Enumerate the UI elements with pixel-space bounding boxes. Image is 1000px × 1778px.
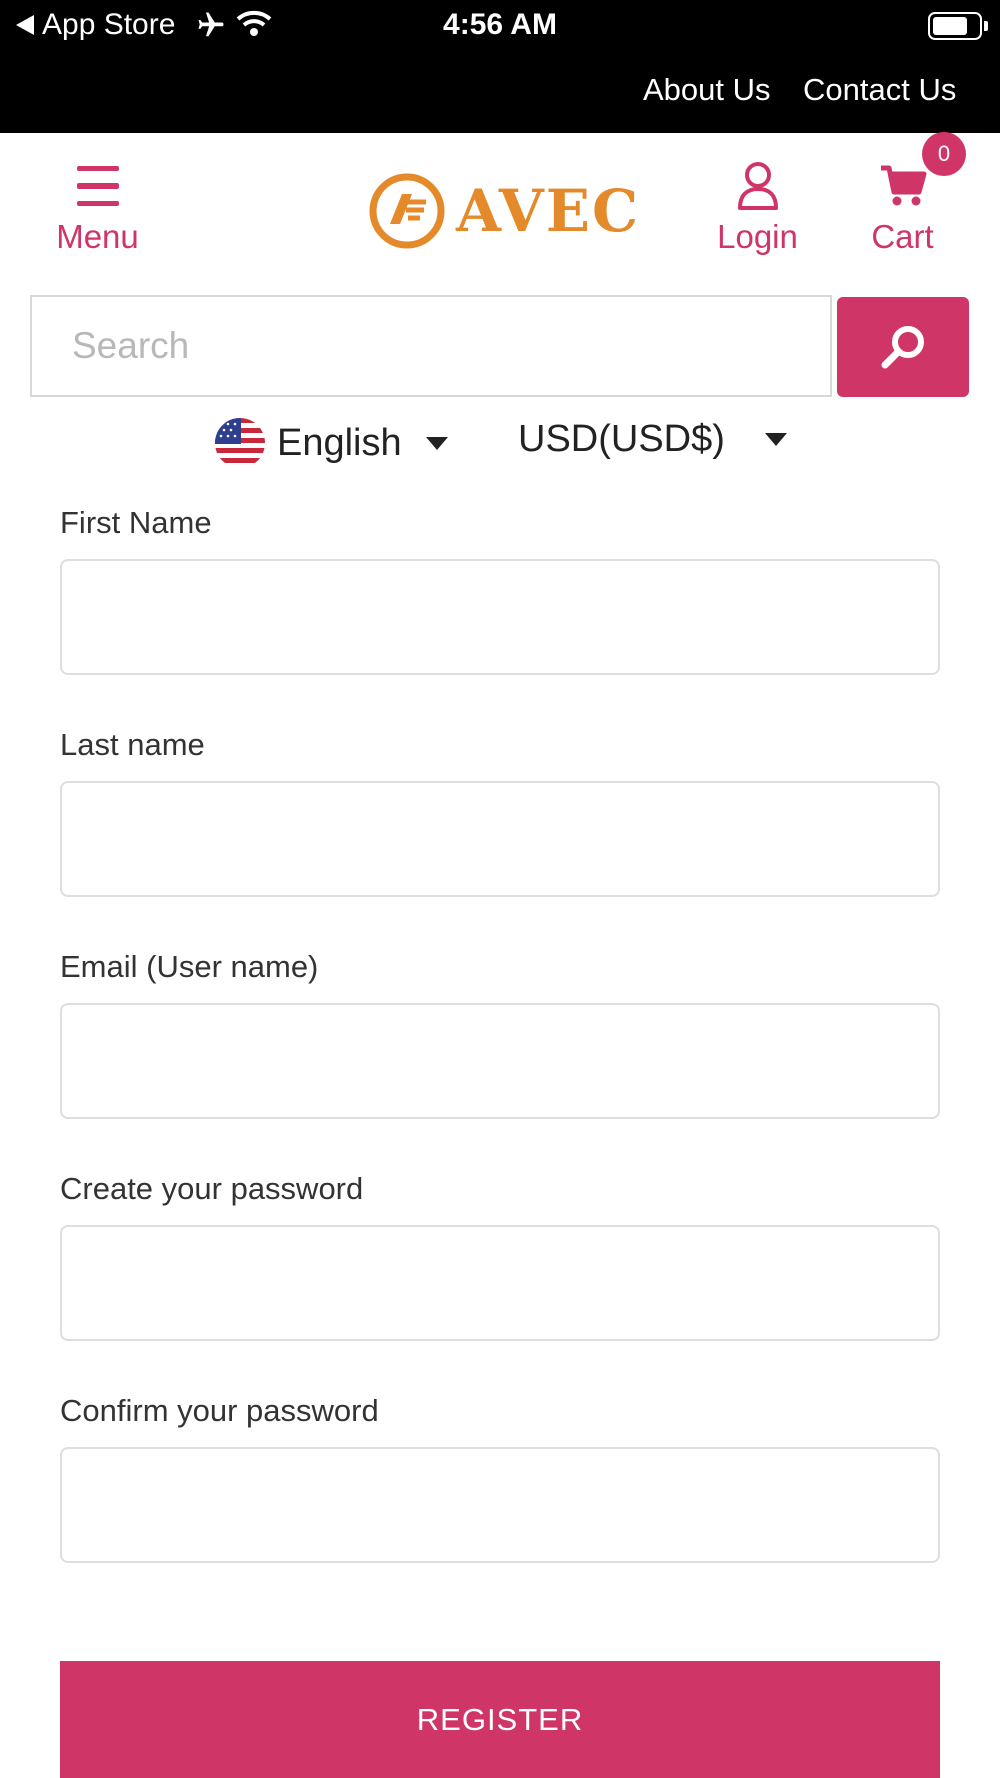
about-us-link[interactable]: About Us — [643, 72, 771, 108]
search-input[interactable] — [32, 297, 830, 395]
first-name-field-box — [60, 559, 940, 675]
cart-label: Cart — [871, 218, 934, 255]
top-bar: App Store 4:56 AM About Us Contact Us — [0, 0, 1000, 133]
cart-count-badge: 0 — [922, 132, 966, 176]
search-button[interactable] — [837, 297, 969, 397]
confirm-password-label: Confirm your password — [60, 1393, 379, 1428]
email-input[interactable] — [62, 1005, 938, 1117]
search-box — [30, 295, 832, 397]
login-label: Login — [717, 218, 798, 255]
search-icon — [881, 326, 924, 369]
menu-label: Menu — [56, 218, 139, 255]
currency-selector[interactable]: USD(USD$) — [518, 418, 787, 461]
logo-emblem-icon — [369, 173, 445, 249]
user-icon — [705, 160, 810, 212]
login-button[interactable]: Login — [705, 160, 810, 256]
cart-button[interactable]: Cart — [860, 160, 945, 256]
battery-icon — [928, 12, 988, 40]
first-name-label: First Name — [60, 505, 212, 540]
hamburger-icon — [40, 160, 155, 212]
logo-text: AVEC — [456, 177, 641, 245]
us-flag-icon — [215, 418, 265, 468]
currency-label: USD(USD$) — [518, 418, 725, 460]
confirm-password-field-box — [60, 1447, 940, 1563]
brand-logo[interactable]: AVEC — [368, 172, 640, 250]
create-password-field-box — [60, 1225, 940, 1341]
last-name-field-box — [60, 781, 940, 897]
email-field-box — [60, 1003, 940, 1119]
contact-us-link[interactable]: Contact Us — [803, 72, 956, 108]
create-password-input[interactable] — [62, 1227, 938, 1339]
last-name-input[interactable] — [62, 783, 938, 895]
menu-button[interactable]: Menu — [40, 160, 155, 256]
status-time: 4:56 AM — [443, 8, 557, 41]
register-button[interactable]: REGISTER — [60, 1661, 940, 1778]
caret-down-icon — [764, 433, 787, 446]
language-selector[interactable]: English — [215, 418, 448, 468]
confirm-password-input[interactable] — [62, 1449, 938, 1561]
caret-down-icon — [425, 436, 448, 450]
language-label: English — [277, 421, 402, 464]
create-password-label: Create your password — [60, 1171, 364, 1206]
first-name-input[interactable] — [62, 561, 938, 673]
email-label: Email (User name) — [60, 949, 319, 984]
last-name-label: Last name — [60, 727, 205, 762]
